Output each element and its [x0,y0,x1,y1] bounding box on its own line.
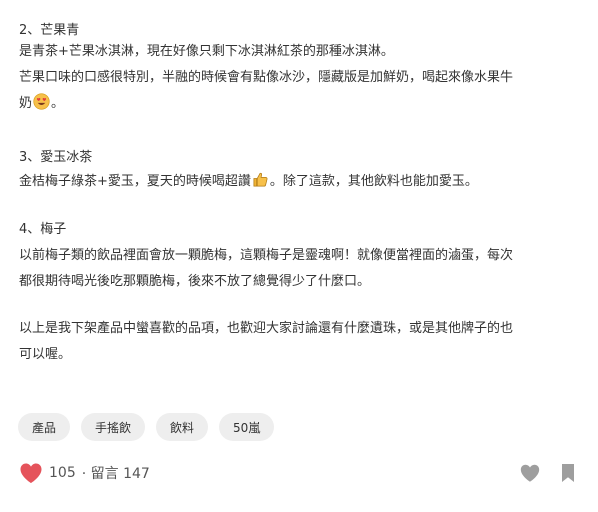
mango-line-3-end: 。 [51,96,65,111]
closing-line-1: 以上是我下架產品中蠻喜歡的品項，也歡迎大家討論還有什麼遺珠，或是其他牌子的也 [19,321,514,336]
section-heading-mango: 2、芒果青 [19,23,80,38]
tag-chip[interactable]: 產品 [18,413,71,441]
mango-line-3: 奶。 [19,92,64,119]
section-heading-plum: 4、梅子 [19,222,67,237]
like-count: 105 [49,465,76,481]
aiyu-line-1-end: 。除了這款，其他飲料也能加愛玉。 [269,174,478,189]
aiyu-line-1: 金桔梅子綠茶+愛玉，夏天的時候喝超讚 。除了這款，其他飲料也能加愛玉。 [19,170,478,197]
post-footer: 105 · 留言 147 [19,462,579,486]
mango-line-2: 芒果口味的口感很特別，半融的時候會有點像冰沙，隱藏版是加鮮奶，喝起來像水果牛 [19,70,514,85]
mango-line-3-text: 奶 [19,96,33,111]
comment-count[interactable]: · 留言 147 [82,463,150,483]
bookmark-icon[interactable] [557,462,579,484]
post-actions [519,462,579,484]
smiling-face-heart-eyes-icon [33,93,50,119]
closing-line-2: 可以喔。 [19,347,72,362]
like-heart-icon[interactable] [519,462,541,484]
thumbs-up-icon [252,171,269,197]
tag-chip[interactable]: 手搖飲 [81,413,146,441]
heart-icon[interactable] [19,462,43,484]
aiyu-line-1-text: 金桔梅子綠茶+愛玉，夏天的時候喝超讚 [19,174,251,189]
engagement-stats: 105 · 留言 147 [19,462,150,484]
plum-line-2: 都很期待喝光後吃那顆脆梅，後來不放了總覺得少了什麼口。 [19,274,371,289]
tag-chip[interactable]: 飲料 [156,413,209,441]
plum-line-1: 以前梅子類的飲品裡面會放一顆脆梅，這顆梅子是靈魂啊！就像便當裡面的滷蛋，每次 [19,248,514,263]
tag-chip[interactable]: 50嵐 [219,413,275,441]
mango-line-1: 是青茶+芒果冰淇淋，現在好像只剩下冰淇淋紅茶的那種冰淇淋。 [19,44,394,59]
tag-list: 產品 手搖飲 飲料 50嵐 [18,413,275,441]
section-heading-aiyu: 3、愛玉冰茶 [19,150,93,165]
